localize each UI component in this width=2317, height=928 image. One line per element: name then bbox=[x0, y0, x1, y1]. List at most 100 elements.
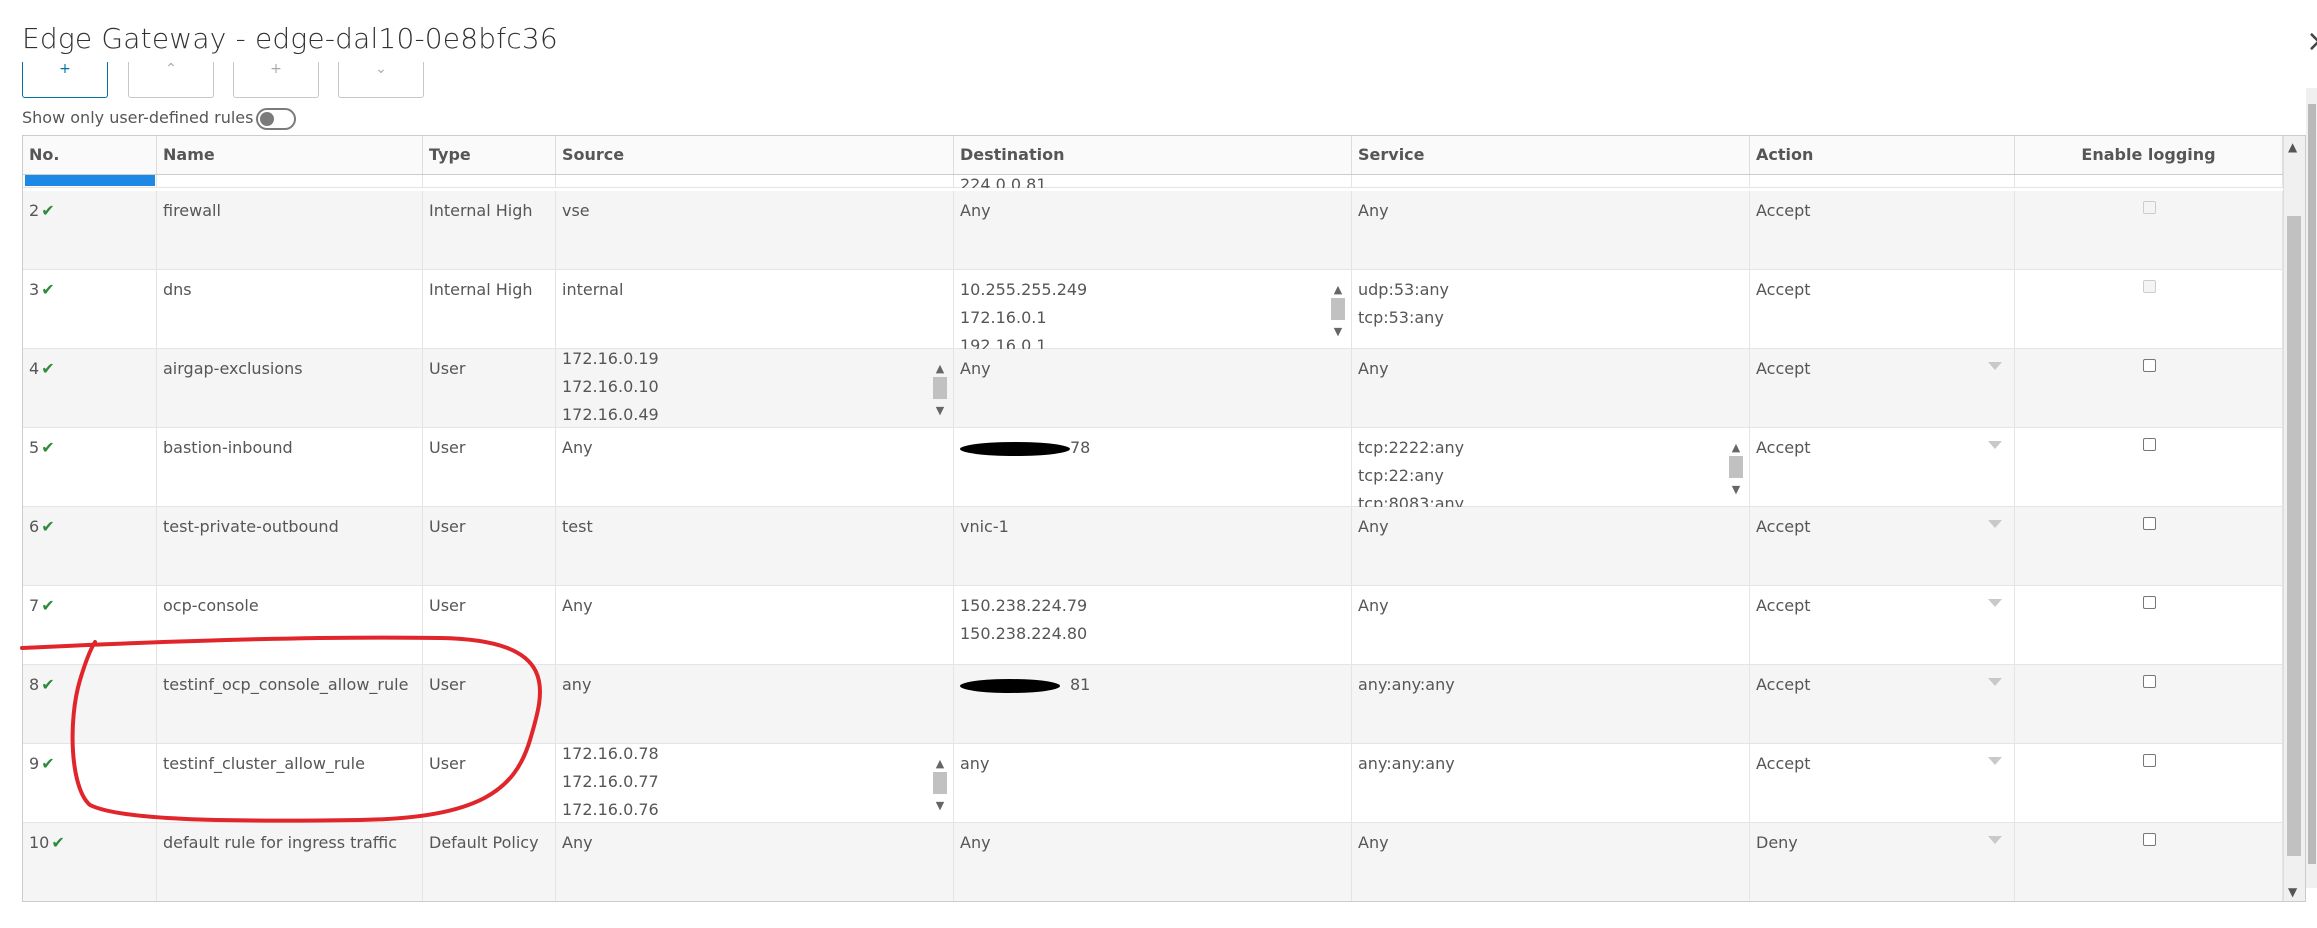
name-cell: firewall bbox=[157, 191, 423, 270]
enable-logging-checkbox[interactable] bbox=[2143, 596, 2156, 609]
column-header-name[interactable]: Name bbox=[157, 136, 423, 174]
action-cell[interactable]: Accept bbox=[1750, 270, 2015, 349]
scroll-thumb[interactable] bbox=[2287, 216, 2301, 856]
enable-logging-checkbox[interactable] bbox=[2143, 201, 2156, 214]
service-cell: any:any:any bbox=[1352, 665, 1750, 744]
table-row[interactable]: 224.0.0.81 bbox=[23, 175, 2283, 188]
action-cell[interactable]: Accept bbox=[1750, 665, 2015, 744]
service-value: tcp:8083:any bbox=[1358, 494, 1465, 507]
scroll-thumb[interactable] bbox=[1729, 456, 1743, 478]
column-header-destination[interactable]: Destination bbox=[954, 136, 1352, 174]
move-down-button[interactable]: ⌄ bbox=[338, 62, 424, 98]
chevron-down-icon[interactable] bbox=[1988, 441, 2002, 449]
logging-cell[interactable] bbox=[2015, 349, 2283, 428]
grid-scrollbar[interactable]: ▲ ▼ bbox=[2283, 136, 2305, 901]
cell-scrollbar[interactable]: ▲ ▼ bbox=[931, 750, 949, 820]
scroll-thumb[interactable] bbox=[933, 377, 947, 399]
add-above-button[interactable]: + bbox=[233, 62, 319, 98]
service-value: any:any:any bbox=[1358, 754, 1455, 773]
column-header-type[interactable]: Type bbox=[423, 136, 556, 174]
table-row[interactable]: 3 ✔ dns Internal High internal 10.255.255.249… bbox=[23, 270, 2283, 349]
scroll-down-icon[interactable]: ▼ bbox=[931, 792, 949, 820]
service-value: Any bbox=[1358, 201, 1389, 220]
action-cell[interactable]: Accept bbox=[1750, 428, 2015, 507]
enable-logging-checkbox[interactable] bbox=[2143, 280, 2156, 293]
column-header-service[interactable]: Service bbox=[1352, 136, 1750, 174]
cell-scrollbar[interactable]: ▲ ▼ bbox=[931, 355, 949, 425]
cell-scrollbar[interactable]: ▲ ▼ bbox=[1727, 434, 1745, 504]
scroll-down-icon[interactable]: ▼ bbox=[2288, 885, 2297, 899]
add-rule-button[interactable]: + bbox=[22, 62, 108, 98]
action-cell[interactable]: Accept bbox=[1750, 744, 2015, 823]
destination-value: Any bbox=[960, 201, 991, 220]
name-cell: bastion-inbound bbox=[157, 428, 423, 507]
chevron-down-icon[interactable] bbox=[1988, 678, 2002, 686]
logging-cell[interactable] bbox=[2015, 744, 2283, 823]
chevron-down-icon[interactable] bbox=[1988, 599, 2002, 607]
chevron-down-icon[interactable] bbox=[1988, 757, 2002, 765]
scroll-thumb[interactable] bbox=[1331, 298, 1345, 320]
column-header-action[interactable]: Action bbox=[1750, 136, 2015, 174]
scroll-down-icon[interactable]: ▼ bbox=[1329, 318, 1347, 346]
check-icon: ✔ bbox=[51, 833, 65, 852]
table-row[interactable]: 6 ✔ test-private-outbound User test vnic-1 Any… bbox=[23, 507, 2283, 586]
scroll-thumb[interactable] bbox=[933, 772, 947, 794]
page-scroll-thumb[interactable] bbox=[2308, 104, 2316, 864]
move-up-button[interactable]: ⌃ bbox=[128, 62, 214, 98]
chevron-down-icon[interactable] bbox=[1988, 362, 2002, 370]
action-cell[interactable]: Accept bbox=[1750, 349, 2015, 428]
logging-cell[interactable] bbox=[2015, 270, 2283, 349]
name-cell: airgap-exclusions bbox=[157, 349, 423, 428]
selected-row-indicator bbox=[25, 175, 155, 186]
rule-number: 9 bbox=[29, 754, 40, 773]
scroll-down-icon[interactable]: ▼ bbox=[931, 397, 949, 425]
action-cell[interactable]: Deny bbox=[1750, 823, 2015, 901]
check-icon: ✔ bbox=[41, 675, 55, 694]
enable-logging-checkbox[interactable] bbox=[2143, 754, 2156, 767]
enable-logging-checkbox[interactable] bbox=[2143, 675, 2156, 688]
logging-cell[interactable] bbox=[2015, 507, 2283, 586]
destination-cell: Any bbox=[954, 823, 1352, 901]
name-value: firewall bbox=[163, 201, 221, 220]
logging-cell[interactable] bbox=[2015, 586, 2283, 665]
logging-cell[interactable] bbox=[2015, 191, 2283, 270]
logging-cell[interactable] bbox=[2015, 823, 2283, 901]
column-header-no[interactable]: No. bbox=[23, 136, 157, 174]
name-cell: testinf_cluster_allow_rule bbox=[157, 744, 423, 823]
table-row[interactable]: 9 ✔ testinf_cluster_allow_rule User 172.16.0… bbox=[23, 744, 2283, 823]
cell-scrollbar[interactable]: ▲ ▼ bbox=[1329, 276, 1347, 346]
user-rules-toggle[interactable] bbox=[256, 108, 296, 130]
destination-cell: 78 bbox=[954, 428, 1352, 507]
column-header-enable-logging[interactable]: Enable logging bbox=[2015, 136, 2283, 174]
action-cell[interactable]: Accept bbox=[1750, 507, 2015, 586]
enable-logging-checkbox[interactable] bbox=[2143, 359, 2156, 372]
rule-number: 5 bbox=[29, 438, 40, 457]
close-icon[interactable]: × bbox=[2306, 24, 2317, 59]
table-row[interactable]: 5 ✔ bastion-inbound User Any 78 tcp:2222:any tc… bbox=[23, 428, 2283, 507]
scroll-up-icon[interactable]: ▲ bbox=[2288, 140, 2297, 154]
action-cell[interactable]: Accept bbox=[1750, 586, 2015, 665]
source-value: 172.16.0.49 bbox=[562, 405, 659, 424]
table-row[interactable]: 4 ✔ airgap-exclusions User 172.16.0.19 172.16… bbox=[23, 349, 2283, 428]
action-cell[interactable]: Accept bbox=[1750, 191, 2015, 270]
page-scrollbar[interactable] bbox=[2306, 88, 2317, 888]
name-value: bastion-inbound bbox=[163, 438, 293, 457]
enable-logging-checkbox[interactable] bbox=[2143, 833, 2156, 846]
logging-cell[interactable] bbox=[2015, 428, 2283, 507]
table-row[interactable]: 7 ✔ ocp-console User Any 150.238.224.79 150.23… bbox=[23, 586, 2283, 665]
type-value: User bbox=[429, 596, 466, 615]
source-cell: 172.16.0.78 172.16.0.77 172.16.0.76 ▲ ▼ bbox=[556, 744, 954, 823]
column-header-source[interactable]: Source bbox=[556, 136, 954, 174]
enable-logging-checkbox[interactable] bbox=[2143, 438, 2156, 451]
table-row[interactable]: 10 ✔ default rule for ingress traffic Defau… bbox=[23, 823, 2283, 901]
chevron-down-icon[interactable] bbox=[1988, 836, 2002, 844]
type-cell: User bbox=[423, 586, 556, 665]
user-rules-filter-label: Show only user-defined rules bbox=[22, 108, 254, 127]
logging-cell[interactable] bbox=[2015, 665, 2283, 744]
table-row[interactable]: 2 ✔ firewall Internal High vse Any Any Accept bbox=[23, 191, 2283, 270]
table-row[interactable]: 8 ✔ testinf_ocp_console_allow_rule User any 8… bbox=[23, 665, 2283, 744]
chevron-down-icon[interactable] bbox=[1988, 520, 2002, 528]
scroll-down-icon[interactable]: ▼ bbox=[1727, 476, 1745, 504]
rule-number: 6 bbox=[29, 517, 40, 536]
enable-logging-checkbox[interactable] bbox=[2143, 517, 2156, 530]
